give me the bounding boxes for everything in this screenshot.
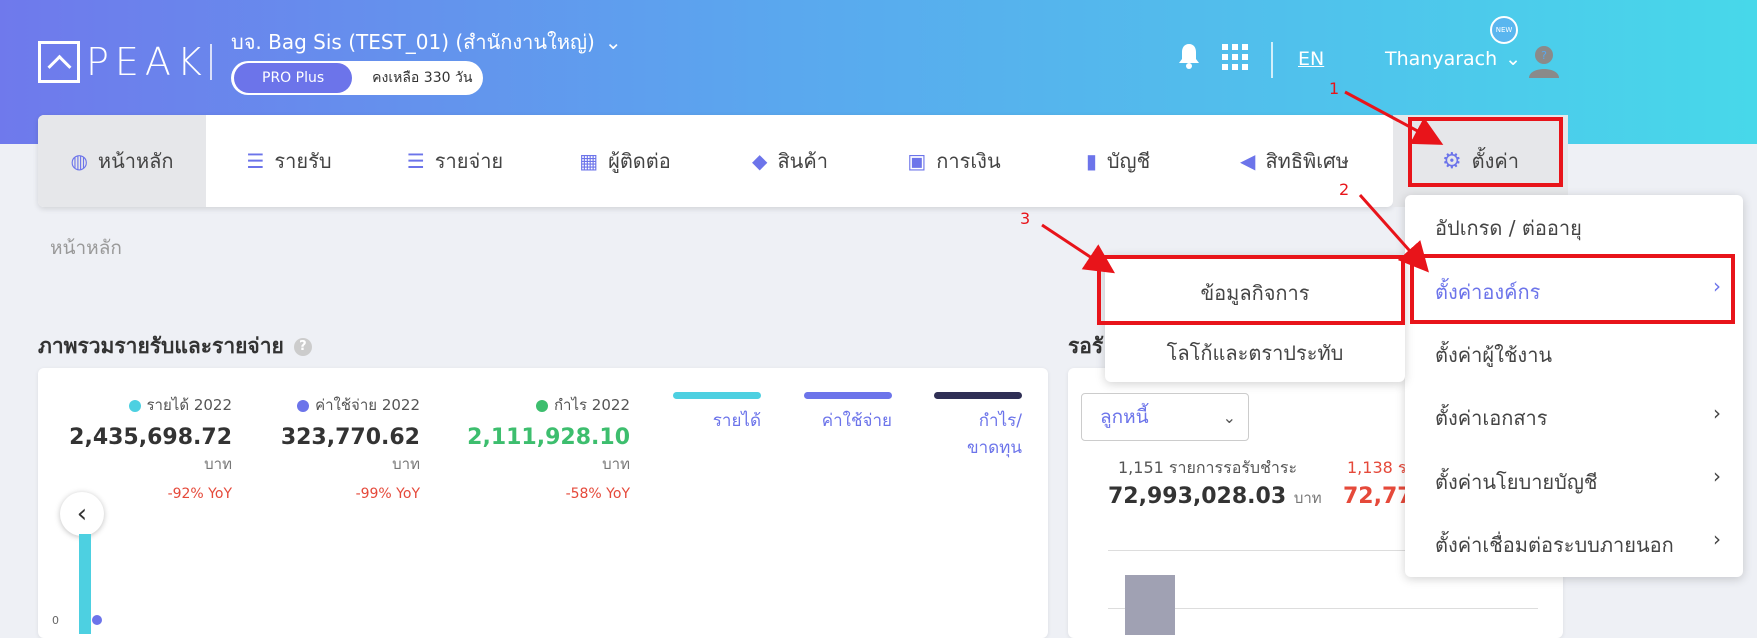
arrow-1 (1344, 90, 1444, 145)
arrow-3 (1041, 223, 1116, 274)
arrow-2 (1358, 194, 1429, 273)
annotation-arrows (1041, 90, 1444, 274)
